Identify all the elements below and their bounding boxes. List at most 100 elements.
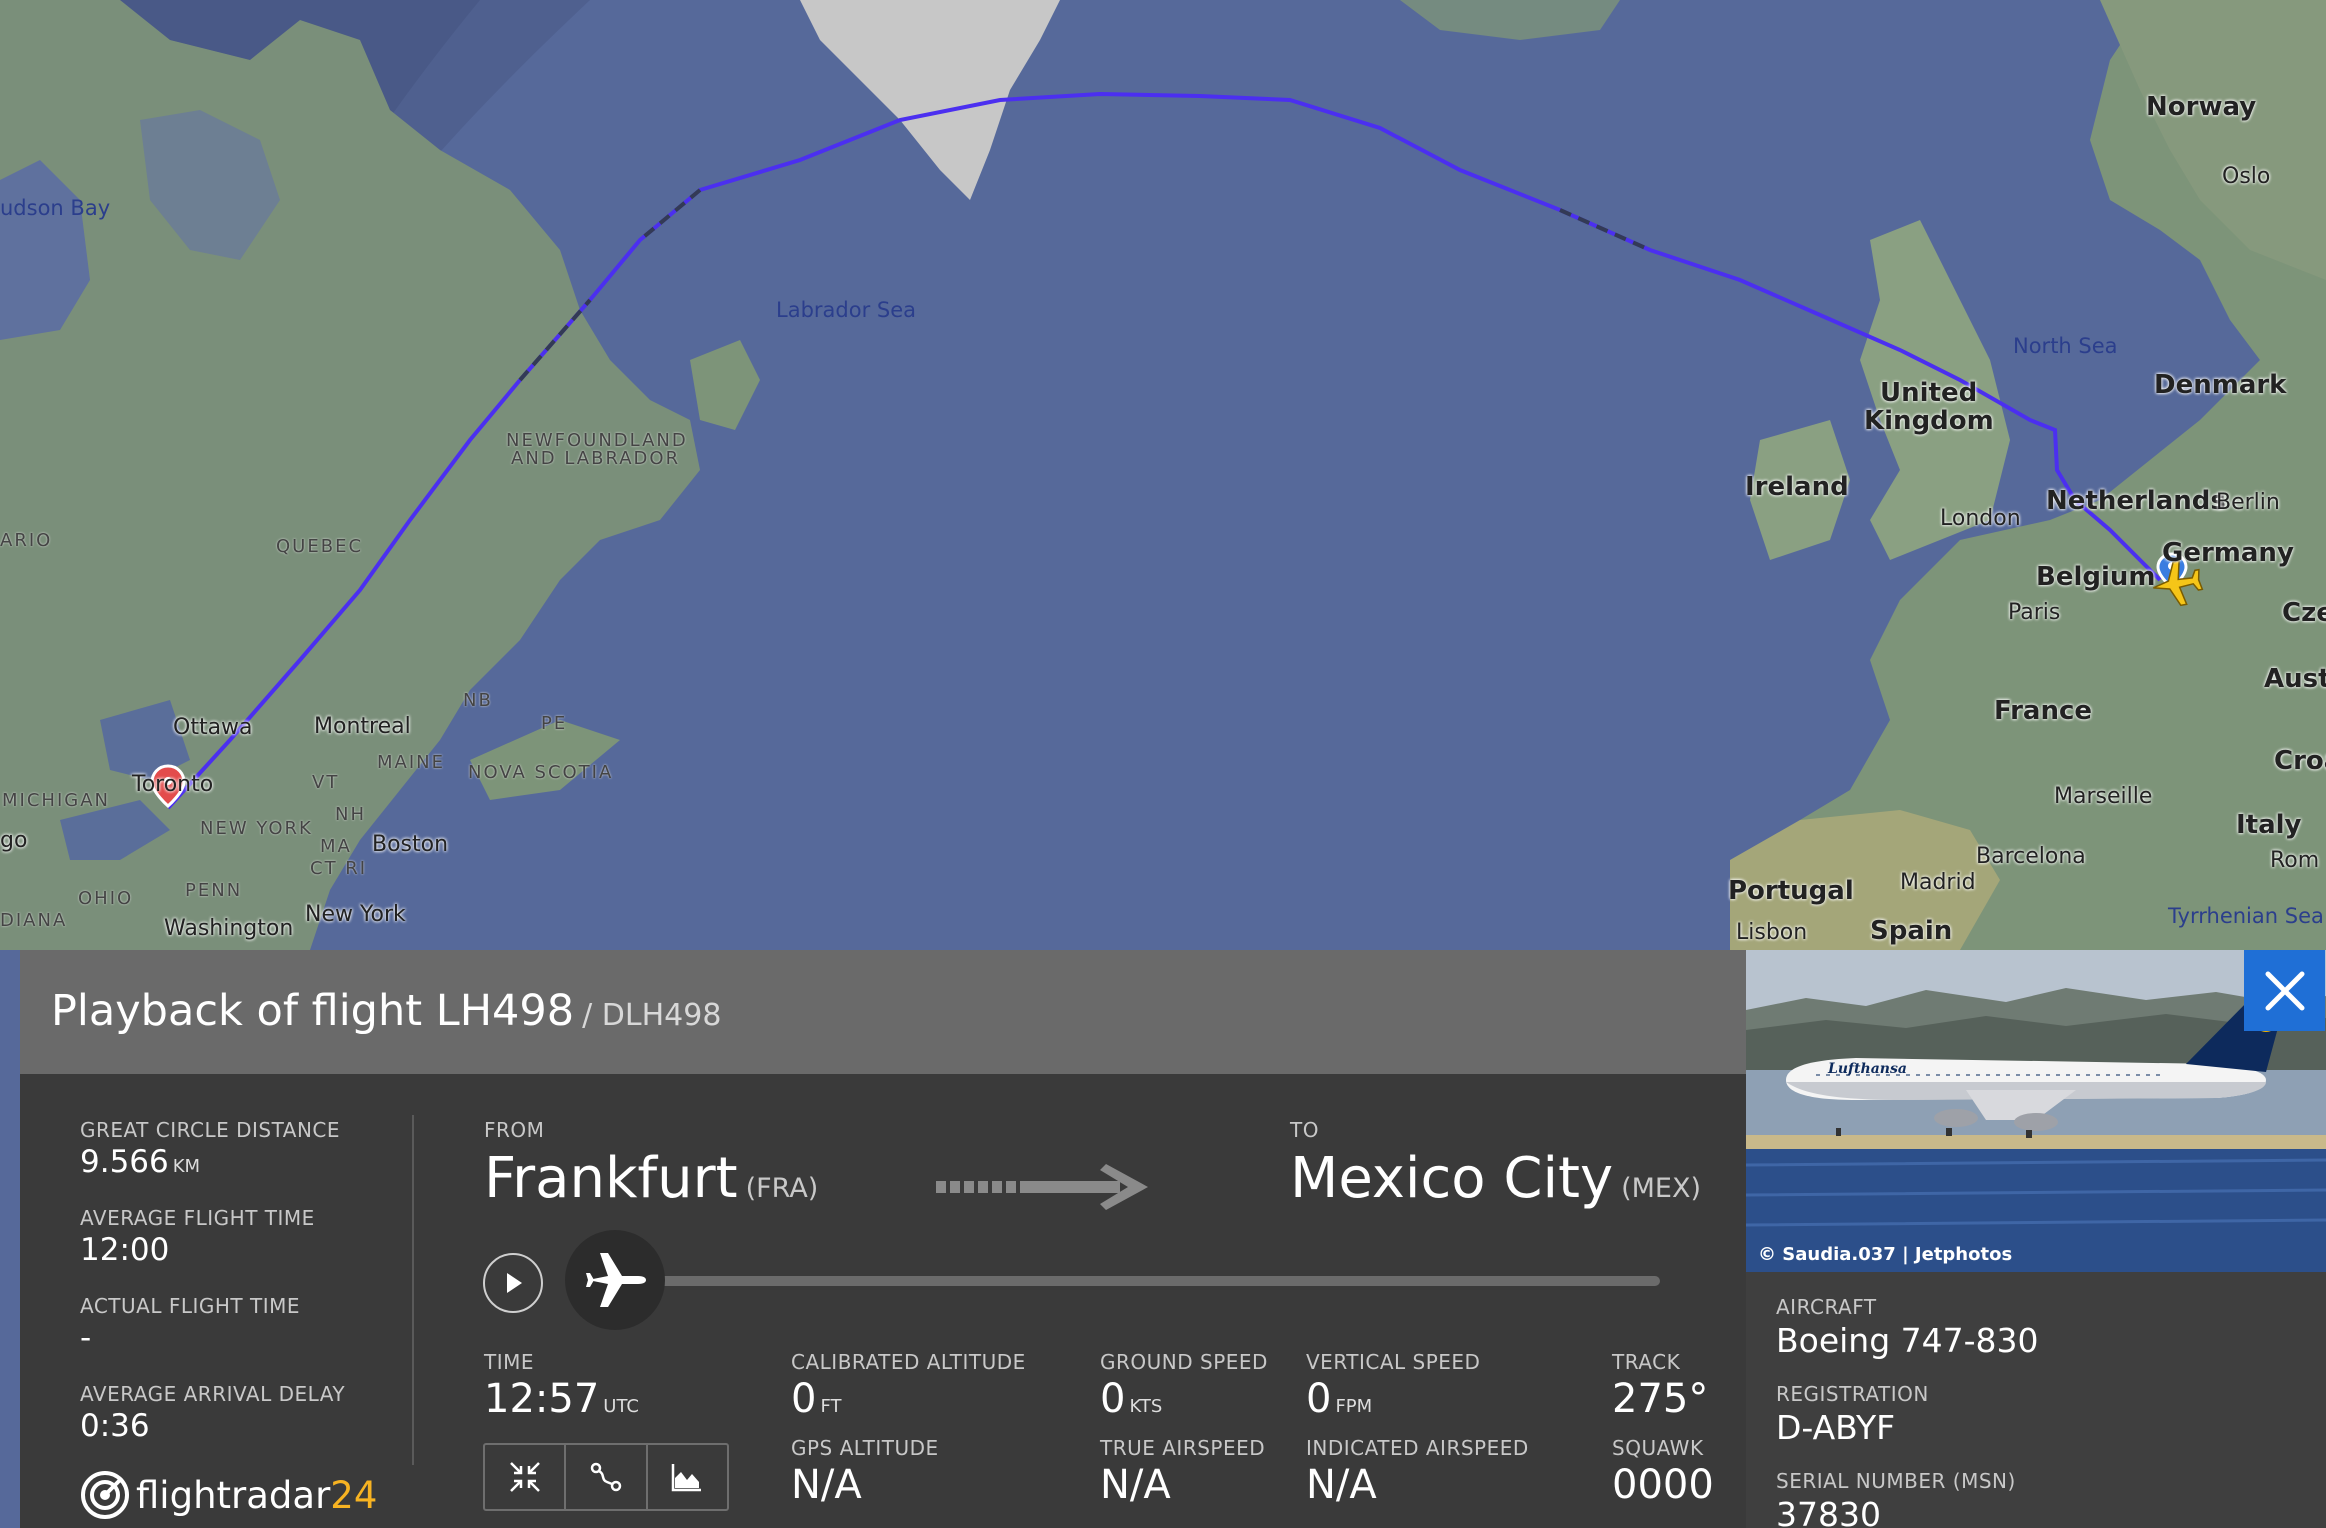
aircraft-panel: Lufthansa © Saudia.037 | Jetphotos AIRCR…	[1746, 950, 2326, 1528]
route-arrow-icon	[936, 1162, 1148, 1217]
map-label-hudson-bay: udson Bay	[0, 196, 111, 220]
playback-panel: Playback of flight LH498/ DLH498 GREAT C…	[20, 950, 1746, 1528]
map-label-denmark: Denmark	[2154, 370, 2287, 400]
flightradar24-logo[interactable]: flightradar24	[80, 1470, 377, 1520]
true-airspeed-cell: TRUE AIRSPEED N/A	[1100, 1436, 1265, 1508]
map-label-ma: MA	[320, 836, 352, 857]
origin-city[interactable]: Frankfurt	[484, 1146, 738, 1211]
map-label-portugal: Portugal	[1728, 876, 1854, 906]
calibrated-altitude-cell: CALIBRATED ALTITUDE 0 FT	[791, 1350, 1026, 1422]
time-cell: TIME 12:57 UTC	[484, 1350, 639, 1422]
route-icon	[590, 1462, 622, 1492]
map-label-boston: Boston	[372, 832, 449, 857]
indicated-airspeed-label: INDICATED AIRSPEED	[1306, 1436, 1529, 1460]
indicated-airspeed-cell: INDICATED AIRSPEED N/A	[1306, 1436, 1529, 1508]
photo-credit[interactable]: © Saudia.037 | Jetphotos	[1758, 1244, 2012, 1265]
map-label-marseille: Marseille	[2054, 784, 2153, 809]
destination-code: (MEX)	[1621, 1173, 1702, 1204]
squawk-cell: SQUAWK 0000	[1612, 1436, 1714, 1508]
map-label-berlin: Berlin	[2216, 490, 2280, 515]
track-value: 275°	[1612, 1376, 1709, 1422]
fit-view-button[interactable]	[485, 1445, 567, 1509]
map-label-barcelona: Barcelona	[1976, 844, 2086, 869]
actual-flight-time-value: -	[80, 1320, 92, 1356]
destination-city[interactable]: Mexico City	[1290, 1146, 1613, 1211]
livery-text: Lufthansa	[1827, 1061, 1907, 1077]
map-label-rome: Rom	[2270, 848, 2320, 873]
gps-altitude-cell: GPS ALTITUDE N/A	[791, 1436, 939, 1508]
time-value: 12:57	[484, 1376, 600, 1422]
map-label-france: France	[1994, 696, 2093, 726]
serial-number-label: SERIAL NUMBER (MSN)	[1776, 1469, 2016, 1493]
map-label-quebec: QUEBEC	[276, 536, 364, 557]
map-label-lisbon: Lisbon	[1736, 920, 1808, 945]
avg-arrival-delay-value: 0:36	[80, 1408, 150, 1444]
map-label-ottawa: Ottawa	[173, 715, 253, 740]
ground-speed-label: GROUND SPEED	[1100, 1350, 1268, 1374]
map-label-germany: Germany	[2162, 538, 2294, 568]
aircraft-photo[interactable]: Lufthansa © Saudia.037 | Jetphotos	[1746, 950, 2326, 1272]
map-label-uk-2: Kingdom	[1864, 406, 1994, 436]
aircraft-label: AIRCRAFT	[1776, 1295, 1877, 1319]
close-button[interactable]	[2244, 950, 2325, 1031]
logo-number: 24	[330, 1473, 378, 1517]
playback-slider-handle[interactable]	[565, 1230, 665, 1330]
map-label-indiana: DIANA	[0, 910, 68, 931]
great-circle-label: GREAT CIRCLE DISTANCE	[80, 1118, 341, 1142]
map-label-montreal: Montreal	[314, 714, 411, 739]
map-label-norway: Norway	[2146, 92, 2257, 122]
map-label-ireland: Ireland	[1745, 472, 1849, 502]
map-label-nova-scotia: NOVA SCOTIA	[468, 762, 614, 783]
calibrated-altitude-value: 0	[791, 1376, 817, 1422]
aircraft-info: AIRCRAFT Boeing 747-830 REGISTRATION D-A…	[1776, 1295, 2039, 1528]
panel-header: Playback of flight LH498/ DLH498	[20, 950, 1746, 1074]
map-label-toronto: Toronto	[132, 772, 214, 797]
map-label-madrid: Madrid	[1900, 870, 1976, 895]
registration-value: D-ABYF	[1776, 1408, 1896, 1447]
map-label-nb: NB	[463, 690, 493, 711]
map-label-new-york: New York	[305, 902, 406, 927]
page-title: Playback of flight LH498/ DLH498	[51, 986, 721, 1036]
area-chart-icon	[672, 1464, 702, 1492]
time-unit: UTC	[603, 1396, 639, 1417]
calibrated-altitude-label: CALIBRATED ALTITUDE	[791, 1350, 1026, 1374]
avg-flight-time-value: 12:00	[80, 1232, 170, 1268]
map-label-belgium: Belgium	[2036, 562, 2156, 592]
great-circle-value: 9.566	[80, 1144, 169, 1180]
map-label-vt: VT	[312, 772, 340, 793]
origin-code: (FRA)	[745, 1173, 819, 1204]
map-label-ontario: ARIO	[0, 530, 53, 551]
aircraft-value: Boeing 747-830	[1776, 1321, 2039, 1360]
playback-track[interactable]	[640, 1276, 1660, 1286]
map-label-maine: MAINE	[377, 752, 445, 773]
serial-number-value: 37830	[1776, 1495, 1881, 1528]
route-view-button[interactable]	[566, 1445, 648, 1509]
radar-logo-icon	[81, 1471, 129, 1519]
logo-word: flightradar	[136, 1473, 331, 1517]
registration-label: REGISTRATION	[1776, 1382, 1929, 1406]
avg-arrival-delay-label: AVERAGE ARRIVAL DELAY	[80, 1382, 346, 1406]
map-label-tyrrhenian-sea: Tyrrhenian Sea	[2168, 904, 2324, 928]
view-button-group	[483, 1443, 729, 1511]
to-label: TO	[1290, 1118, 1319, 1142]
play-icon	[507, 1273, 522, 1293]
origin-block: FROM Frankfurt (FRA)	[484, 1118, 818, 1211]
ground-speed-cell: GROUND SPEED 0 KTS	[1100, 1350, 1268, 1422]
gps-altitude-label: GPS ALTITUDE	[791, 1436, 939, 1460]
aircraft-photo-image: Lufthansa	[1746, 950, 2326, 1272]
play-button[interactable]	[483, 1253, 543, 1313]
map-label-spain: Spain	[1870, 916, 1953, 946]
map-label-pe: PE	[541, 713, 568, 734]
true-airspeed-label: TRUE AIRSPEED	[1100, 1436, 1266, 1460]
map-label-london: London	[1940, 506, 2021, 531]
collapse-arrows-icon	[509, 1462, 540, 1492]
squawk-label: SQUAWK	[1612, 1436, 1704, 1460]
ground-speed-unit: KTS	[1129, 1396, 1163, 1417]
vertical-speed-unit: FPM	[1335, 1396, 1373, 1417]
vertical-speed-cell: VERTICAL SPEED 0 FPM	[1306, 1350, 1480, 1422]
map-label-nh: NH	[335, 804, 366, 825]
altitude-graph-button[interactable]	[648, 1445, 727, 1509]
destination-block: TO Mexico City (MEX)	[1290, 1118, 1701, 1211]
vertical-speed-label: VERTICAL SPEED	[1306, 1350, 1481, 1374]
squawk-value: 0000	[1612, 1462, 1714, 1508]
